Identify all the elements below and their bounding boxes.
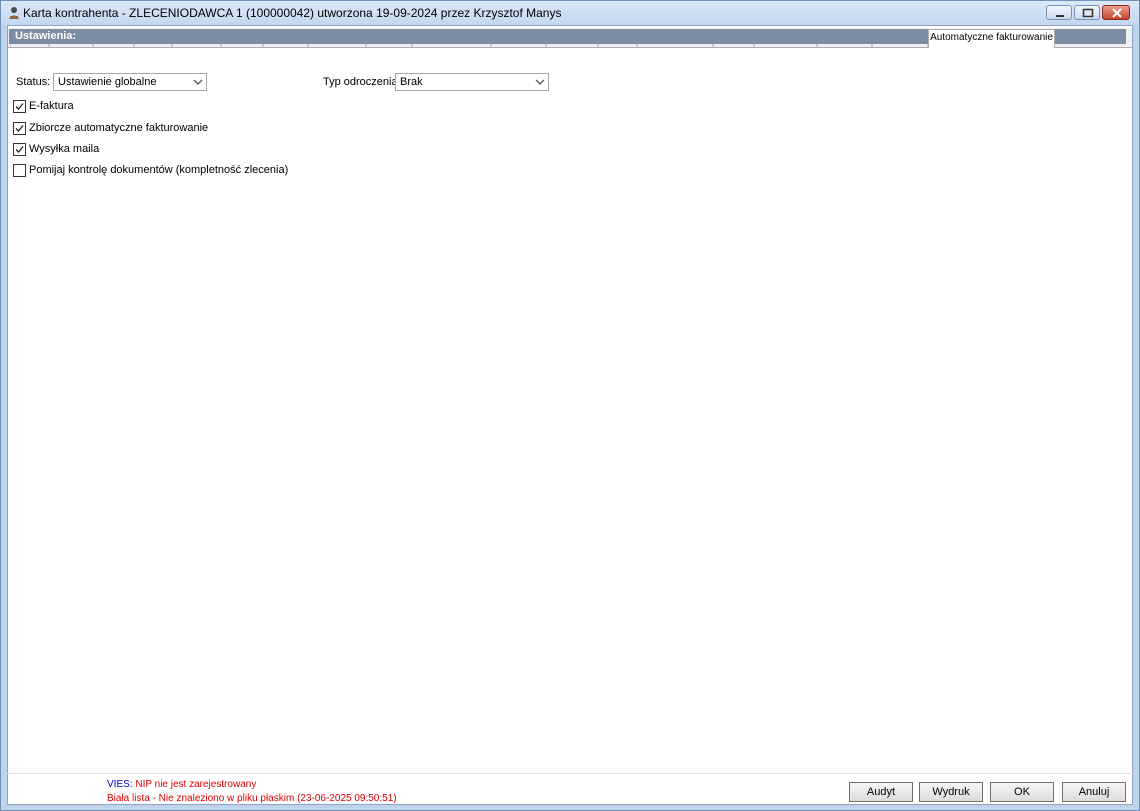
ok-button[interactable]: OK	[990, 782, 1054, 802]
maximize-button[interactable]	[1074, 5, 1100, 20]
close-button[interactable]	[1102, 5, 1130, 20]
vies-status: VIES: NIP nie jest zarejestrowany	[107, 779, 256, 790]
e-faktura-label: E-faktura	[29, 100, 74, 112]
status-dropdown[interactable]: Ustawienie globalne	[53, 73, 207, 91]
whitelist-status: Biała lista - Nie znaleziono w pliku pła…	[107, 793, 397, 804]
tab-automatyczne-fakturowanie[interactable]: Automatyczne fakturowanie	[928, 29, 1055, 48]
audit-button[interactable]: Audyt	[849, 782, 913, 802]
cancel-button[interactable]: Anuluj	[1062, 782, 1126, 802]
wysylka-maila-label: Wysyłka maila	[29, 143, 100, 155]
zbiorcze-label: Zbiorcze automatyczne fakturowanie	[29, 122, 209, 134]
minimize-button[interactable]	[1046, 5, 1072, 20]
deferral-type-dropdown-value: Brak	[400, 76, 423, 88]
checkmark-icon	[15, 146, 24, 153]
checkmark-icon	[15, 103, 24, 110]
pomijaj-kontrole-checkbox[interactable]	[13, 164, 26, 177]
deferral-type-label: Typ odroczenia	[323, 76, 398, 88]
title-bar: Karta kontrahenta - ZLECENIODAWCA 1 (100…	[1, 1, 1139, 25]
chevron-down-icon	[190, 74, 206, 90]
close-icon	[1112, 8, 1122, 18]
window-title: Karta kontrahenta - ZLECENIODAWCA 1 (100…	[23, 6, 562, 20]
wysylka-maila-checkbox[interactable]	[13, 143, 26, 156]
footer-separator	[7, 773, 1133, 774]
zbiorcze-checkbox[interactable]	[13, 122, 26, 135]
minimize-icon	[1056, 15, 1064, 17]
client-area: Ogólne Adresy Faktury Koszty Płatności R…	[7, 25, 1133, 805]
status-label: Status:	[16, 76, 51, 88]
status-dropdown-value: Ustawienie globalne	[58, 76, 157, 88]
vies-value: NIP nie jest zarejestrowany	[135, 779, 257, 790]
chevron-down-icon	[532, 74, 548, 90]
maximize-icon	[1082, 8, 1094, 18]
print-button[interactable]: Wydruk	[919, 782, 983, 802]
checkmark-icon	[15, 125, 24, 132]
app-person-icon	[7, 6, 21, 20]
pomijaj-kontrole-label: Pomijaj kontrolę dokumentów (kompletność…	[29, 164, 289, 176]
vies-label: VIES:	[107, 779, 133, 790]
main-window: Karta kontrahenta - ZLECENIODAWCA 1 (100…	[0, 0, 1140, 811]
e-faktura-checkbox[interactable]	[13, 100, 26, 113]
deferral-type-dropdown[interactable]: Brak	[395, 73, 549, 91]
